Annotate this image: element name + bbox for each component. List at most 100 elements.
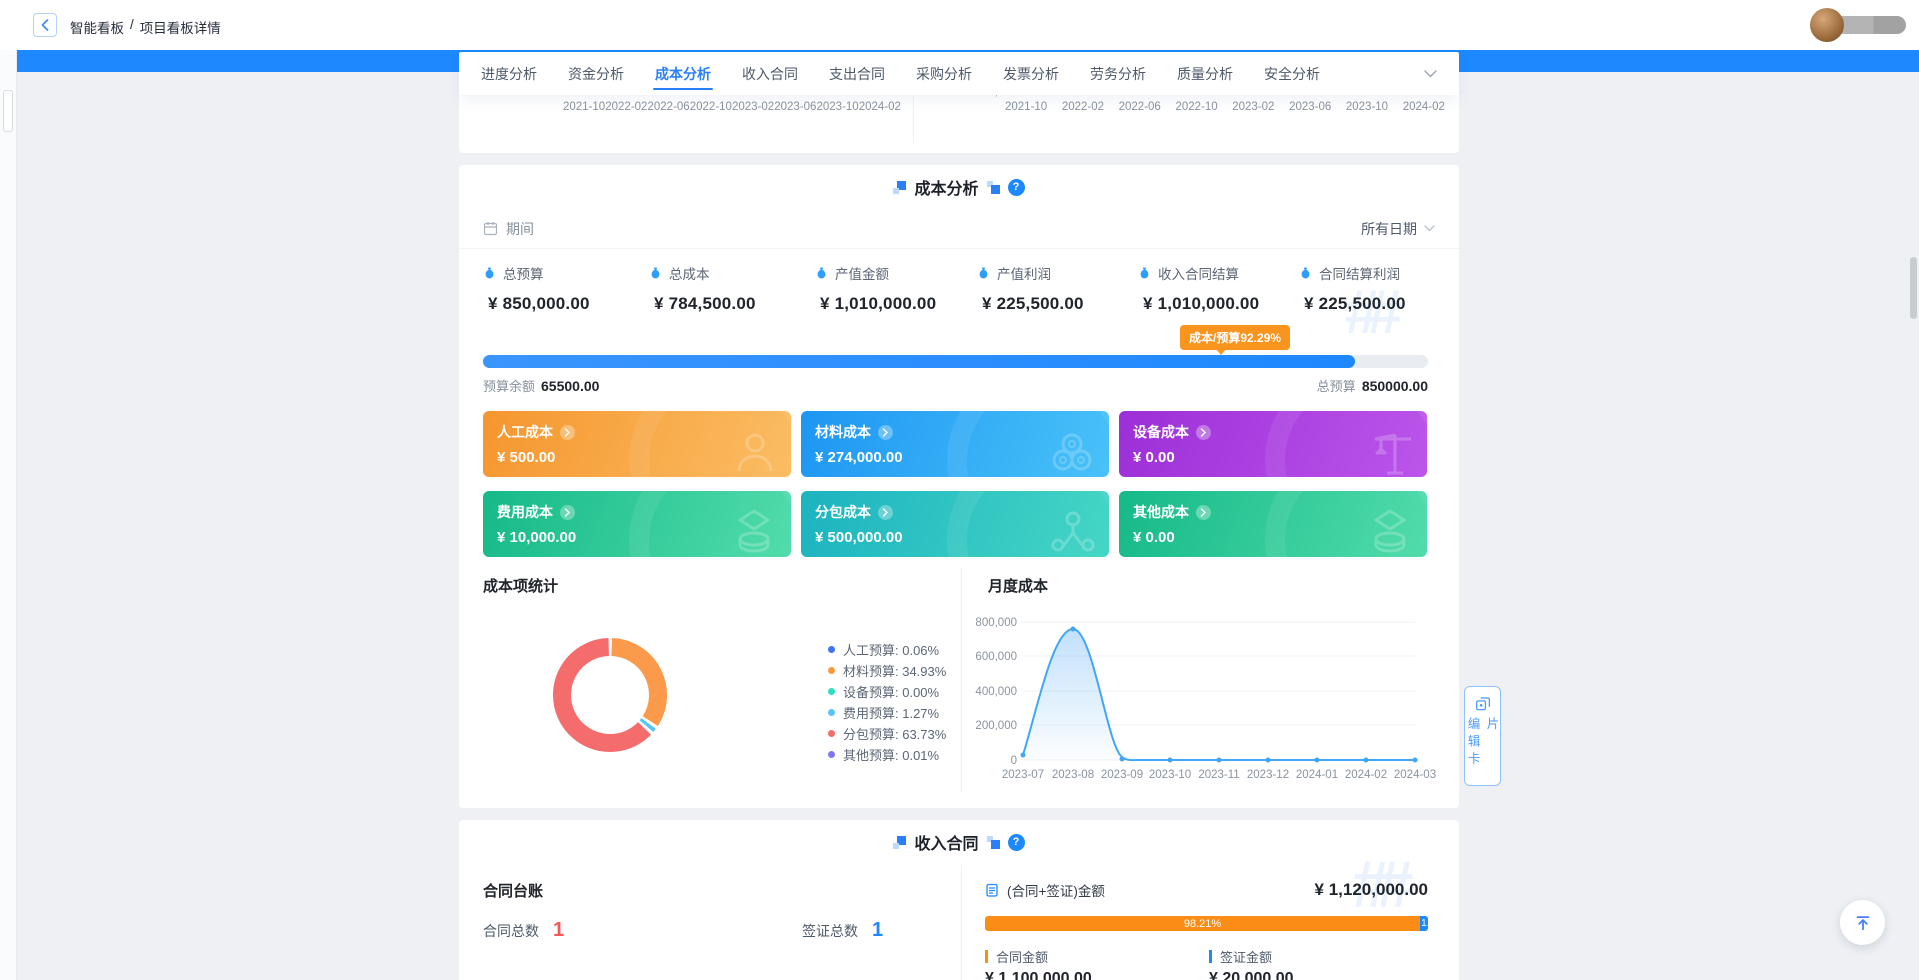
tab-purchase-analysis[interactable]: 采购分析 [916,52,972,95]
y-axis-ticks: 800,000 600,000 400,000 200,000 0 [975,617,1017,767]
title-deco-right-icon [987,181,1000,194]
edit-cards-button[interactable]: 编辑卡片 [1464,686,1501,786]
tab-safety-analysis[interactable]: 安全分析 [1264,52,1320,95]
vertical-scrollbar-thumb[interactable] [1910,257,1917,319]
metric-output-profit: 产值利润 ¥ 225,500.00 [977,263,1138,314]
contract-amount-segment: 98.21% [985,916,1420,931]
help-icon[interactable]: ? [1008,179,1025,196]
cost-category-cards: 人工成本 ¥ 500.00 材料成本 ¥ 274,000.00 设备成本 ¥ 0… [483,411,1427,557]
tab-quality-analysis[interactable]: 质量分析 [1177,52,1233,95]
chevron-right-icon [878,505,893,520]
top-header: 智能看板 / 项目看板详情 [0,0,1919,50]
income-section-header: 收入合同 ? [459,830,1459,854]
budget-total-label: 总预算 [1317,379,1356,394]
contract-amount-value: ¥ 1,100,000.00 [985,970,1092,980]
monthly-cost-title: 月度成本 [988,575,1048,596]
document-icon [985,883,999,897]
budget-progress-labels: 预算余额65500.00 总预算850000.00 [483,376,1428,395]
money-bag-icon [977,266,990,280]
chevron-right-icon [1196,505,1211,520]
legend-item-material[interactable]: 材料预算: 34.93% [828,663,946,677]
cost-section-title: 成本分析 [914,175,978,199]
arrow-to-top-icon [1854,914,1872,932]
contract-ledger-title: 合同台账 [483,880,543,901]
back-button[interactable] [33,13,57,37]
metric-total-budget: 总预算 ¥ 850,000.00 [483,263,649,314]
metric-total-cost: 总成本 ¥ 784,500.00 [649,263,815,314]
metric-income-settlement: 收入合同结算 ¥ 1,010,000.00 [1138,263,1299,314]
tab-income-contract[interactable]: 收入合同 [742,52,798,95]
cost-budget-ratio-badge: 成本/预算92.29% [1180,325,1290,350]
metric-settlement-profit: 合同结算利润 ¥ 225,500.00 [1299,263,1435,314]
title-deco-left-icon [893,181,906,194]
legend-item-other[interactable]: 其他预算: 0.01% [828,747,946,761]
user-avatar[interactable] [1810,8,1844,42]
money-bag-icon [1138,266,1151,280]
title-deco-right-icon [987,836,1000,849]
tab-invoice-analysis[interactable]: 发票分析 [1003,52,1059,95]
amount-label: (合同+签证)金额 [1007,880,1105,900]
sidebar-expand-handle[interactable] [3,90,13,132]
chevron-right-icon [560,505,575,520]
svg-text:2023-07: 2023-07 [1002,769,1044,781]
labor-cost-card[interactable]: 人工成本 ¥ 500.00 [483,411,791,477]
orange-marker [985,950,988,963]
svg-text:400,000: 400,000 [975,686,1017,698]
visa-amount-legend: 签证金额 [1209,947,1272,966]
svg-text:2024-02: 2024-02 [1345,769,1387,781]
visa-amount-value: ¥ 20,000.00 [1209,970,1294,980]
visa-total-count: 签证总数 1 [802,919,883,942]
breadcrumb: 智能看板 / 项目看板详情 [70,17,221,37]
legend-item-equipment[interactable]: 设备预算: 0.00% [828,684,946,698]
other-cost-card[interactable]: 其他成本 ¥ 0.00 [1119,491,1427,557]
calendar-icon [483,221,498,236]
tab-expense-contract[interactable]: 支出合同 [829,52,885,95]
legend-item-expense[interactable]: 费用预算: 1.27% [828,705,946,719]
svg-text:200,000: 200,000 [975,720,1017,732]
svg-text:800,000: 800,000 [975,617,1017,629]
tab-cost-analysis[interactable]: 成本分析 [655,52,711,95]
edit-cards-icon [1475,696,1491,712]
expense-cost-card[interactable]: 费用成本 ¥ 10,000.00 [483,491,791,557]
subcontract-cost-card[interactable]: 分包成本 ¥ 500,000.00 [801,491,1109,557]
help-icon[interactable]: ? [1008,834,1025,851]
tabbar-collapse-button[interactable] [1424,70,1437,78]
legend-item-labor[interactable]: 人工预算: 0.06% [828,642,946,656]
material-cost-card[interactable]: 材料成本 ¥ 274,000.00 [801,411,1109,477]
svg-text:2023-12: 2023-12 [1247,769,1289,781]
svg-text:0: 0 [1011,755,1017,767]
visa-amount-segment: 1.79% [1420,916,1428,931]
svg-text:2023-08: 2023-08 [1052,769,1094,781]
edit-cards-label: 编辑卡片 [1464,717,1502,785]
cost-item-stat-title: 成本项统计 [483,575,558,596]
chevron-left-icon [40,19,50,31]
monthly-cost-line-chart: 800,000 600,000 400,000 200,000 0 2023-0… [960,600,1460,790]
cost-metrics-row: 总预算 ¥ 850,000.00 总成本 ¥ 784,500.00 产值金额 ¥… [483,263,1435,314]
svg-text:2024-03: 2024-03 [1394,769,1436,781]
svg-text:2023-10: 2023-10 [1149,769,1191,781]
money-bag-icon [815,266,828,280]
money-bag-icon [1299,266,1312,280]
budget-progress-fill [483,355,1355,368]
budget-progress-track [483,355,1428,368]
analysis-tabbar: 进度分析 资金分析 成本分析 收入合同 支出合同 采购分析 发票分析 劳务分析 … [459,52,1459,95]
svg-text:600,000: 600,000 [975,651,1017,663]
period-label: 期间 [506,219,534,239]
budget-remain-value: 65500.00 [541,378,599,394]
income-section-title: 收入合同 [914,830,978,854]
tab-progress-analysis[interactable]: 进度分析 [481,52,537,95]
breadcrumb-root[interactable]: 智能看板 [70,17,124,37]
breadcrumb-current: 项目看板详情 [140,17,221,37]
cost-item-donut-chart [550,635,670,755]
chevron-right-icon [878,425,893,440]
period-select[interactable]: 所有日期 [1361,219,1435,239]
back-to-top-button[interactable] [1840,900,1885,945]
contract-count-value: 1 [553,919,564,942]
tab-fund-analysis[interactable]: 资金分析 [568,52,624,95]
equipment-cost-card[interactable]: 设备成本 ¥ 0.00 [1119,411,1427,477]
chevron-down-icon [1424,225,1435,232]
legend-item-subcontract[interactable]: 分包预算: 63.73% [828,726,946,740]
svg-text:2024-01: 2024-01 [1296,769,1338,781]
tab-labor-analysis[interactable]: 劳务分析 [1090,52,1146,95]
chevron-down-icon [1424,70,1437,78]
